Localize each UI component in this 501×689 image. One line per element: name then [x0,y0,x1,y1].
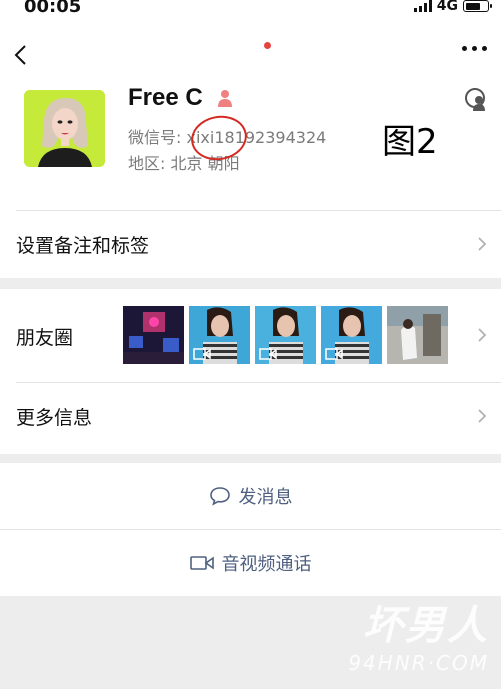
send-message-button[interactable]: 发消息 [0,463,501,529]
more-info-label: 更多信息 [16,407,93,429]
moments-row[interactable]: 朋友圈 [0,289,501,382]
video-icon [193,348,211,360]
more-options-icon[interactable] [462,46,487,51]
watermark-url: 94HNR·COM [348,651,489,675]
moment-video-thumbnail[interactable] [189,306,250,364]
profile-name: Free C [128,84,203,111]
network-label: 4G [436,0,458,14]
more-info-row[interactable]: 更多信息 [0,383,501,454]
contact-card-icon[interactable] [464,87,488,111]
video-icon [259,348,277,360]
back-icon[interactable] [10,40,34,70]
chevron-right-icon [478,328,487,342]
chat-bubble-icon [209,487,230,506]
remark-tags-row[interactable]: 设置备注和标签 [0,210,501,278]
watermark: 坏男人 94HNR·COM [348,593,489,675]
wechat-id-label: 微信号: [128,128,182,147]
notification-dot [264,42,271,49]
moment-thumbnail[interactable] [387,306,448,364]
moments-section: 朋友圈 更多信息 [0,289,501,454]
chevron-right-icon [478,237,487,251]
region-label: 地区: [128,154,166,173]
divider [16,210,501,211]
moments-label: 朋友圈 [16,327,74,349]
video-icon [325,348,343,360]
watermark-title: 坏男人 [363,603,489,649]
moment-thumbnail[interactable] [123,306,184,364]
send-message-label: 发消息 [238,487,293,508]
status-bar: 00:05 4G [0,0,501,17]
profile-header: Free C 微信号: xixi18192394324 地区: 北京 朝阳 图2 [0,16,501,210]
video-call-button[interactable]: 音视频通话 [0,530,501,596]
person-icon [218,90,232,107]
battery-icon [463,0,492,12]
remark-tags-label: 设置备注和标签 [16,235,150,257]
status-indicators: 4G [413,0,492,14]
video-camera-icon [189,556,214,570]
signal-icon [413,0,432,12]
moment-video-thumbnail[interactable] [321,306,382,364]
moments-thumbnails [123,306,448,364]
figure-label: 图2 [382,122,438,162]
avatar[interactable] [24,90,105,167]
chevron-right-icon [478,409,487,423]
video-call-label: 音视频通话 [221,554,312,575]
moment-video-thumbnail[interactable] [255,306,316,364]
status-time: 00:05 [24,0,82,17]
